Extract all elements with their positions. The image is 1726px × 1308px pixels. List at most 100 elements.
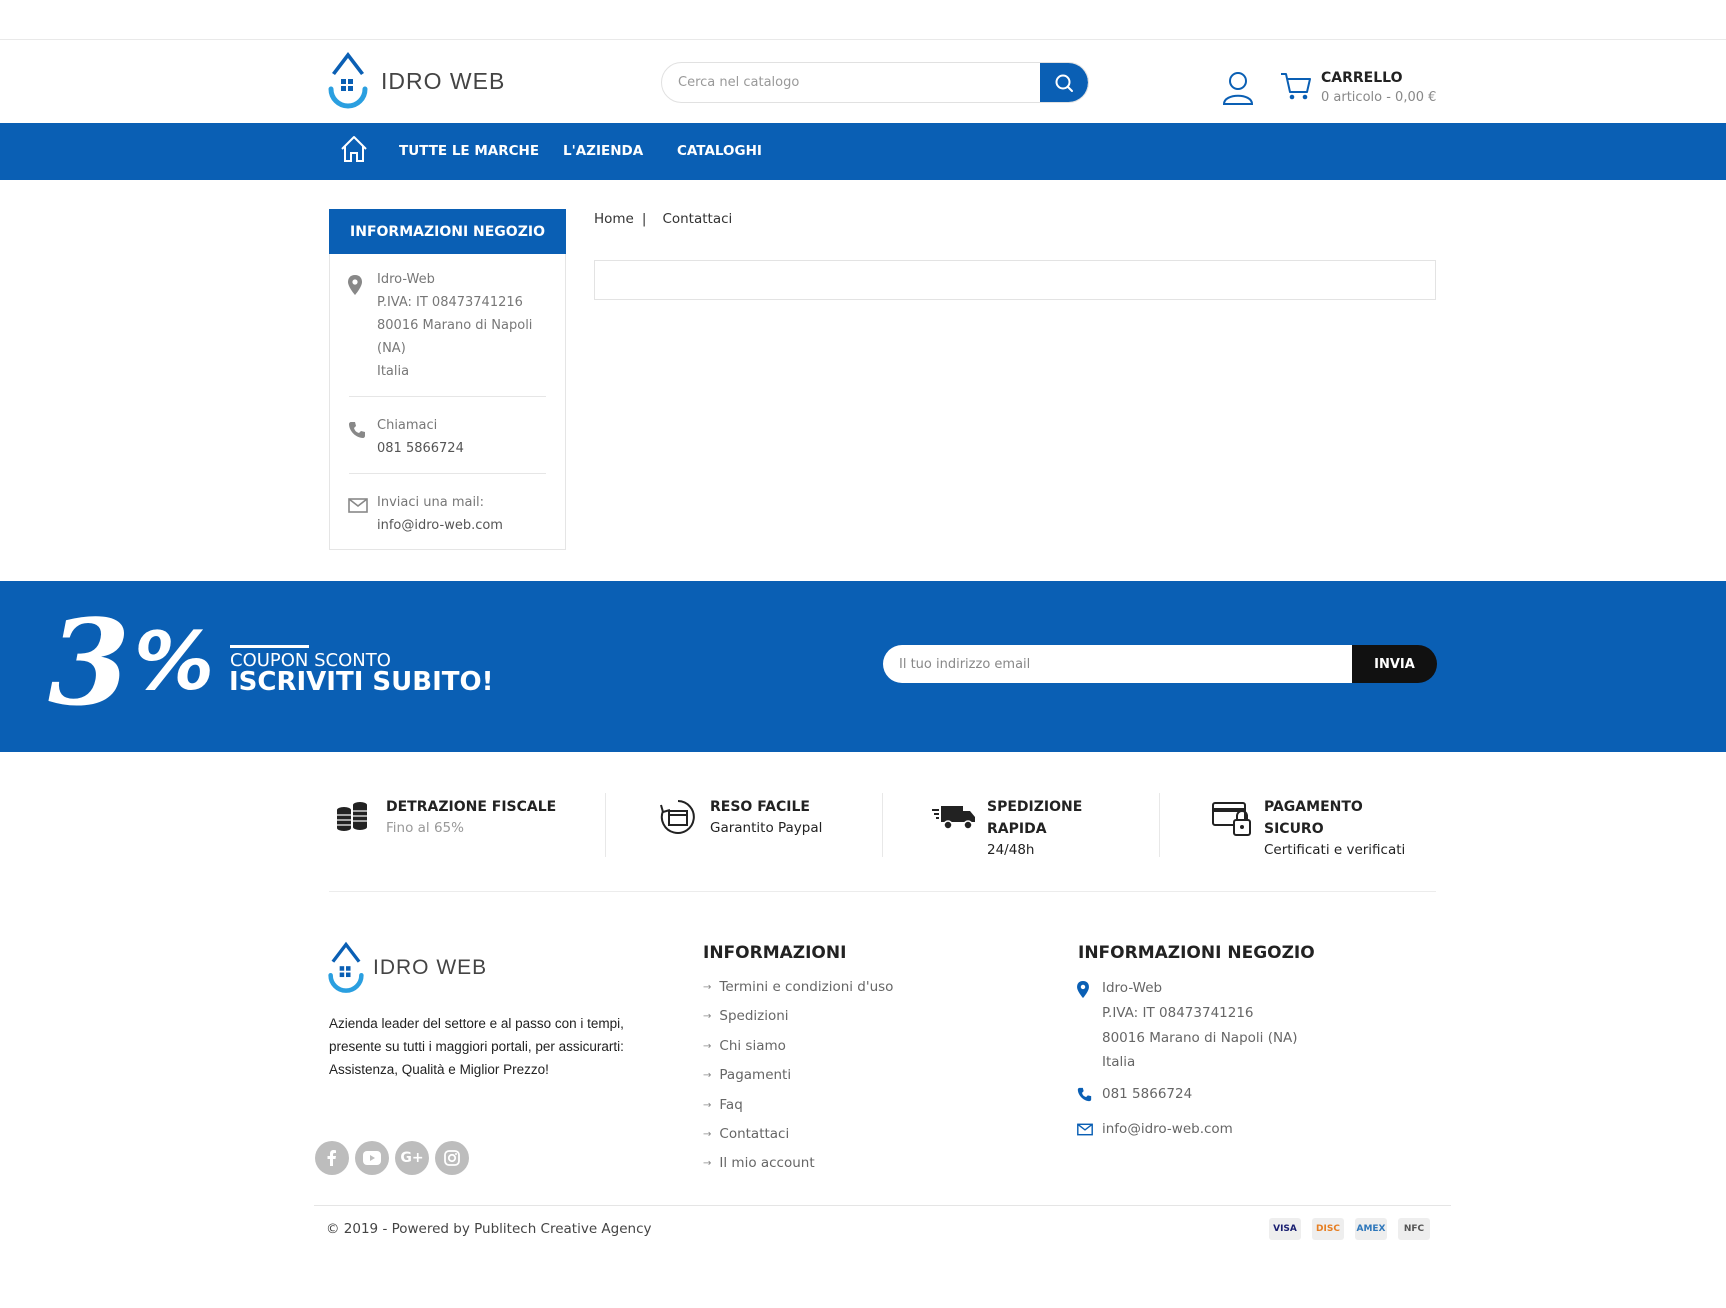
feature-spedizione: SPEDIZIONE RAPIDA 24/48h [987, 796, 1082, 860]
social-facebook[interactable] [315, 1141, 349, 1175]
footer-shop-heading: INFORMAZIONI NEGOZIO [1078, 943, 1315, 963]
newsletter-submit-button[interactable]: INVIA [1352, 645, 1437, 683]
nav-home-button[interactable] [339, 134, 369, 168]
social-youtube[interactable] [355, 1141, 389, 1175]
phone-icon [1077, 1087, 1092, 1102]
cart-summary[interactable]: 0 articolo - 0,00 € [1321, 90, 1436, 105]
main-navbar [0, 123, 1726, 180]
arrow-icon: → [703, 1157, 712, 1169]
arrow-icon: → [703, 1099, 712, 1111]
social-google-plus[interactable]: G+ [395, 1141, 429, 1175]
footer-link-label: Spedizioni [719, 1008, 789, 1024]
feature-title: RESO FACILE [710, 799, 810, 815]
footer-link-label: Faq [719, 1097, 743, 1113]
footer-logo[interactable]: IDRO WEB [327, 939, 487, 997]
nav-item-azienda[interactable]: L'AZIENDA [563, 143, 643, 159]
feature-detrazione: DETRAZIONE FISCALE Fino al 65% [386, 796, 556, 838]
arrow-icon: → [703, 1128, 712, 1140]
cart-button[interactable] [1280, 70, 1312, 106]
secure-card-icon [1212, 802, 1251, 836]
nav-item-cataloghi[interactable]: CATALOGHI [677, 143, 762, 159]
water-drop-logo-icon [328, 52, 368, 109]
phone-label: Chiamaci [377, 418, 438, 433]
search-input[interactable] [678, 63, 1018, 102]
cart-title[interactable]: CARRELLO [1321, 70, 1402, 86]
divider [349, 473, 546, 474]
delivery-truck-icon [932, 806, 975, 830]
section-divider [329, 891, 1436, 892]
water-drop-logo-icon [328, 941, 364, 993]
feature-title: DETRAZIONE FISCALE [386, 799, 557, 815]
sidebar-heading: INFORMAZIONI NEGOZIO [329, 209, 566, 254]
footer-link-pagamenti[interactable]: → Pagamenti [703, 1067, 791, 1083]
home-icon [341, 136, 367, 162]
feature-pagamento: PAGAMENTO SICURO Certificati e verificat… [1264, 796, 1405, 860]
return-box-icon [660, 800, 695, 834]
footer-divider [314, 1205, 1451, 1206]
amex-icon: AMEX [1355, 1218, 1387, 1240]
footer-store-country: Italia [1102, 1054, 1136, 1070]
newsletter-email-input[interactable] [883, 645, 1353, 683]
phone-number[interactable]: 081 5866724 [377, 437, 464, 460]
footer-link-termini[interactable]: → Termini e condizioni d'uso [703, 979, 893, 995]
footer-link-contattaci[interactable]: → Contattaci [703, 1126, 789, 1142]
coupon-decor-line [230, 645, 309, 648]
coins-icon [337, 802, 367, 831]
feature-title: SICURO [1264, 821, 1324, 837]
feature-divider [882, 793, 883, 857]
footer-link-spedizioni[interactable]: → Spedizioni [703, 1008, 789, 1024]
user-icon [1222, 72, 1254, 105]
footer-mail[interactable]: info@idro-web.com [1102, 1117, 1233, 1142]
feature-subtitle: 24/48h [987, 842, 1035, 858]
breadcrumb-current: Contattaci [662, 211, 733, 227]
search-icon [1055, 74, 1073, 92]
footer-link-account[interactable]: → Il mio account [703, 1155, 815, 1171]
subscribe-cta: ISCRIVITI SUBITO! [229, 667, 494, 697]
nav-item-marche[interactable]: TUTTE LE MARCHE [399, 143, 539, 159]
footer-link-label: Chi siamo [719, 1038, 786, 1054]
footer-info-heading: INFORMAZIONI [703, 943, 847, 963]
discover-icon: DISC [1312, 1218, 1344, 1240]
feature-subtitle: Fino al 65% [386, 820, 464, 836]
feature-title: PAGAMENTO [1264, 799, 1363, 815]
account-button[interactable] [1222, 71, 1254, 109]
youtube-icon [363, 1151, 381, 1165]
visa-icon: VISA [1269, 1218, 1301, 1240]
feature-divider [605, 793, 606, 857]
footer-phone[interactable]: 081 5866724 [1102, 1082, 1192, 1107]
social-instagram[interactable] [435, 1141, 469, 1175]
breadcrumb-home[interactable]: Home [594, 211, 634, 227]
mail-icon [1077, 1123, 1093, 1136]
mail-icon [348, 498, 368, 513]
store-country: Italia [377, 364, 410, 379]
feature-subtitle: Garantito Paypal [710, 820, 823, 836]
instagram-icon [444, 1150, 460, 1166]
mail-address[interactable]: info@idro-web.com [377, 514, 503, 537]
breadcrumb-separator: | [641, 211, 647, 227]
store-province: (NA) [377, 341, 406, 356]
footer-brand-name: IDRO WEB [373, 956, 488, 979]
cart-icon [1281, 73, 1311, 100]
footer-link-label: Contattaci [719, 1126, 790, 1142]
feature-reso: RESO FACILE Garantito Paypal [710, 796, 822, 838]
footer-link-chi-siamo[interactable]: → Chi siamo [703, 1038, 786, 1054]
header-logo[interactable]: IDRO WEB [327, 49, 505, 113]
feature-icon [659, 799, 697, 839]
location-pin-icon [1077, 981, 1089, 998]
footer-store-name: Idro-Web [1102, 980, 1163, 996]
breadcrumb: Home | Contattaci [594, 211, 732, 227]
arrow-icon: → [703, 1010, 712, 1022]
arrow-icon: → [703, 1040, 712, 1052]
store-city: 80016 Marano di Napoli [377, 318, 533, 333]
footer-link-faq[interactable]: → Faq [703, 1097, 743, 1113]
search-button[interactable] [1040, 63, 1088, 102]
footer-link-label: Termini e condizioni d'uso [719, 979, 894, 995]
brand-name: IDRO WEB [381, 67, 506, 94]
feature-divider [1159, 793, 1160, 857]
discount-number: 3 [48, 593, 131, 732]
feature-title: SPEDIZIONE [987, 799, 1083, 815]
facebook-icon [327, 1150, 336, 1166]
copyright: © 2019 - Powered by Publitech Creative A… [326, 1221, 652, 1237]
store-name: Idro-Web [377, 272, 435, 287]
feature-subtitle: Certificati e verificati [1264, 842, 1406, 858]
